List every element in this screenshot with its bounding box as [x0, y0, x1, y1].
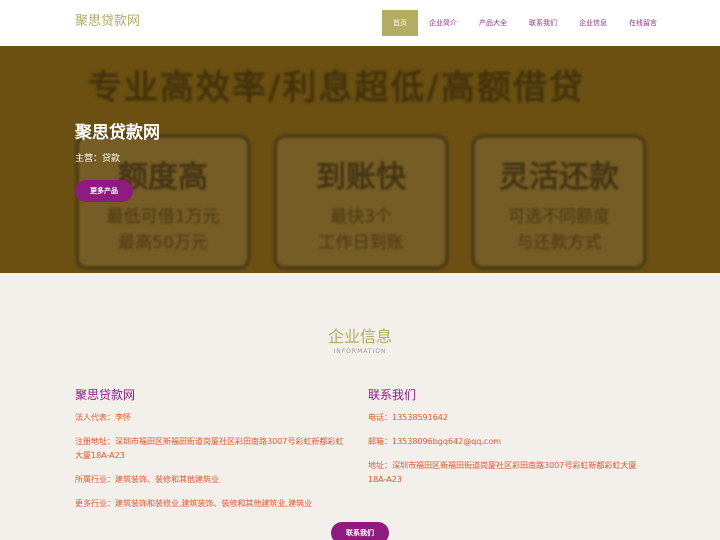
nav-home[interactable]: 首页 [382, 10, 418, 36]
company-name-heading: 聚思贷款网 [75, 388, 136, 402]
info-row: 法人代表：李怀 [75, 413, 131, 422]
nav-products[interactable]: 产品大全 [468, 10, 518, 36]
info-row: 注册地址：深圳市福田区新福田街道岗厦社区彩田南路3007号彩虹新都彩虹大厦18A… [75, 437, 344, 460]
company-info-column: 聚思贷款网 法人代表：李怀 注册地址：深圳市福田区新福田街道岗厦社区彩田南路30… [75, 386, 350, 521]
hero-title: 聚思贷款网 [75, 123, 160, 143]
main-nav: 首页 企业简介 产品大全 联系我们 企业信息 在线留言 [382, 10, 668, 36]
nav-contact[interactable]: 联系我们 [518, 10, 568, 36]
info-row: 所属行业：建筑装饰、装修和其他建筑业 [75, 475, 219, 484]
contact-row: 邮箱：13538096bgq642@qq.com [368, 437, 502, 446]
brand-logo[interactable]: 聚思贷款网 [75, 10, 140, 29]
contact-row: 地址：深圳市福田区新福田街道岗厦社区彩田南路3007号彩虹新都彩虹大厦18A-A… [368, 461, 637, 484]
contact-row: 电话：13538591642 [368, 413, 448, 422]
hero-banner: 专业高效率/利息超低/高额借贷 额度高 最低可借1万元 最高50万元 到账快 最… [0, 46, 720, 273]
more-products-button[interactable]: 更多产品 [75, 180, 133, 202]
nav-company-intro[interactable]: 企业简介 [418, 10, 468, 36]
contact-heading: 联系我们 [368, 388, 417, 402]
nav-message[interactable]: 在线留言 [618, 10, 668, 36]
contact-us-button[interactable]: 联系我们 [331, 522, 389, 540]
info-row: 更多行业：建筑装饰和装修业,建筑装饰、装修和其他建筑业,建筑业 [75, 499, 313, 508]
section-title: 企业信息 [327, 327, 392, 346]
hero-subtitle: 主营：贷款 [75, 154, 121, 164]
top-navbar: 聚思贷款网 首页 企业简介 产品大全 联系我们 企业信息 在线留言 [0, 0, 720, 46]
nav-company-info[interactable]: 企业信息 [568, 10, 618, 36]
section-subtitle: INFORMATION [333, 348, 387, 355]
contact-column: 联系我们 电话：13538591642 邮箱：13538096bgq642@qq… [368, 386, 643, 497]
